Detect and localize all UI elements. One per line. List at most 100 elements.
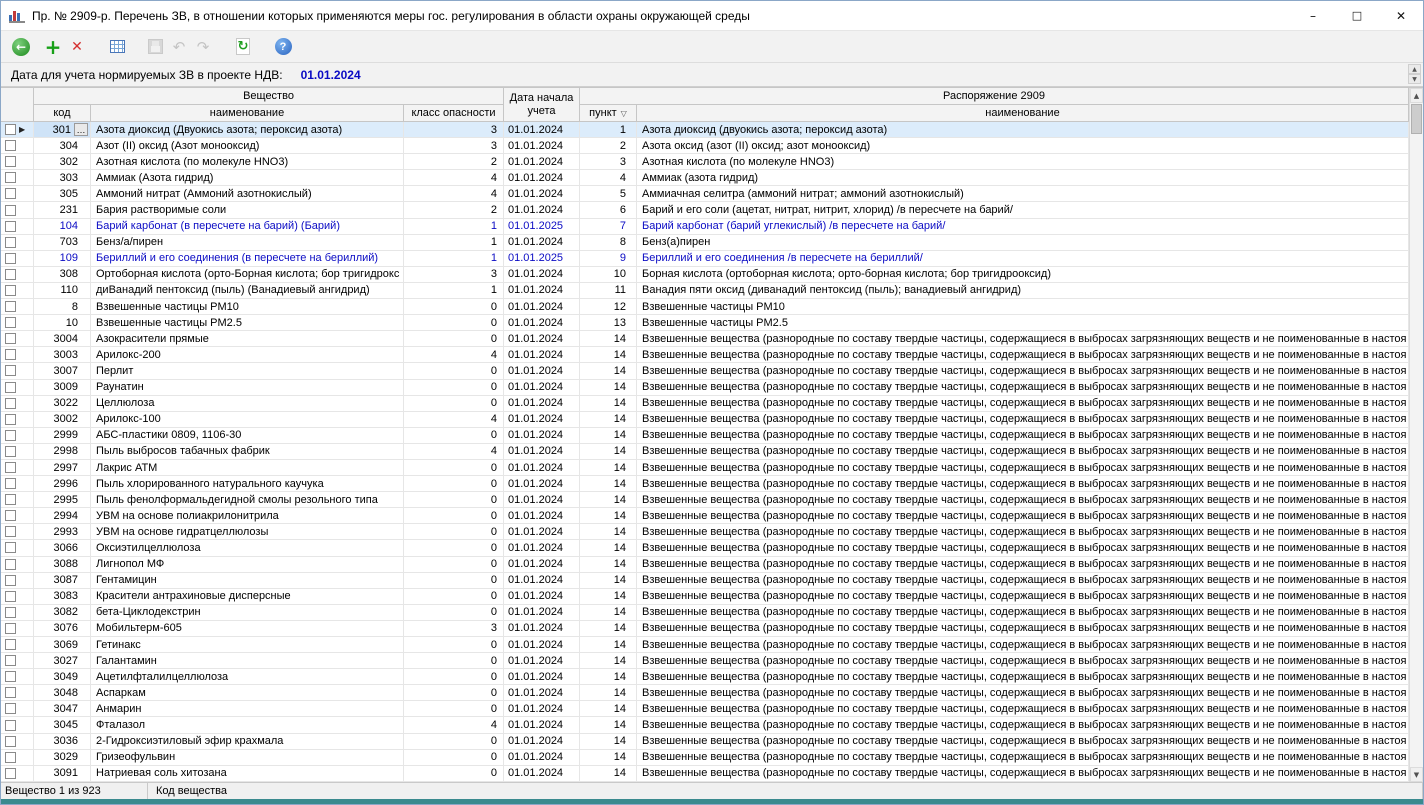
cell-item[interactable]: 14: [580, 605, 637, 620]
cell-name[interactable]: АБС-пластики 0809, 1106-30: [91, 428, 404, 443]
row-checkbox[interactable]: [5, 333, 16, 344]
row-selector[interactable]: [1, 186, 34, 201]
row-checkbox[interactable]: [5, 478, 16, 489]
cell-code[interactable]: 109: [34, 251, 91, 266]
row-selector[interactable]: [1, 380, 34, 395]
cell-item[interactable]: 14: [580, 347, 637, 362]
cell-hazard-class[interactable]: 4: [404, 170, 504, 185]
cell-order-name[interactable]: Борная кислота (ортоборная кислота; орто…: [637, 267, 1409, 282]
table-row[interactable]: 3087Гентамицин001.01.202414Взвешенные ве…: [1, 573, 1409, 589]
cell-start-date[interactable]: 01.01.2024: [504, 202, 580, 217]
cell-code[interactable]: 301…: [34, 122, 91, 137]
table-row[interactable]: 3022Целлюлоза001.01.202414Взвешенные вещ…: [1, 396, 1409, 412]
row-checkbox[interactable]: [5, 687, 16, 698]
table-row[interactable]: 2996Пыль хлорированного натурального кау…: [1, 476, 1409, 492]
cell-name[interactable]: Аммиак (Азота гидрид): [91, 170, 404, 185]
row-checkbox[interactable]: [5, 655, 16, 666]
column-header-code[interactable]: код: [34, 105, 91, 122]
cell-start-date[interactable]: 01.01.2024: [504, 508, 580, 523]
vertical-scrollbar[interactable]: ▲ ▼: [1409, 88, 1423, 782]
cell-hazard-class[interactable]: 0: [404, 557, 504, 572]
cell-name[interactable]: УВМ на основе гидратцеллюлозы: [91, 524, 404, 539]
cell-item[interactable]: 14: [580, 701, 637, 716]
cell-name[interactable]: Ацетилфталилцеллюлоза: [91, 669, 404, 684]
cell-name[interactable]: Пыль выбросов табачных фабрик: [91, 444, 404, 459]
cell-item[interactable]: 14: [580, 508, 637, 523]
cell-start-date[interactable]: 01.01.2024: [504, 605, 580, 620]
cell-start-date[interactable]: 01.01.2024: [504, 428, 580, 443]
cell-order-name[interactable]: Взвешенные вещества (разнородные по сост…: [637, 492, 1409, 507]
cell-start-date[interactable]: 01.01.2024: [504, 315, 580, 330]
cell-order-name[interactable]: Взвешенные вещества (разнородные по сост…: [637, 637, 1409, 652]
redo-button[interactable]: ↷: [191, 35, 215, 59]
row-selector[interactable]: [1, 685, 34, 700]
cell-item[interactable]: 14: [580, 428, 637, 443]
cell-order-name[interactable]: Взвешенные вещества (разнородные по сост…: [637, 524, 1409, 539]
cell-code[interactable]: 3036: [34, 734, 91, 749]
row-checkbox[interactable]: [5, 349, 16, 360]
row-checkbox[interactable]: [5, 269, 16, 280]
cell-code[interactable]: 3027: [34, 653, 91, 668]
cell-hazard-class[interactable]: 0: [404, 524, 504, 539]
cell-item[interactable]: 14: [580, 492, 637, 507]
cell-item[interactable]: 14: [580, 444, 637, 459]
row-selector[interactable]: [1, 653, 34, 668]
save-button[interactable]: [143, 35, 167, 59]
row-selector[interactable]: [1, 219, 34, 234]
cell-hazard-class[interactable]: 0: [404, 508, 504, 523]
table-row[interactable]: 304Азот (II) оксид (Азот монооксид)301.0…: [1, 138, 1409, 154]
delete-button[interactable]: ✕: [65, 35, 89, 59]
close-button[interactable]: ✕: [1379, 1, 1423, 30]
row-checkbox[interactable]: [5, 188, 16, 199]
cell-name[interactable]: 2-Гидроксиэтиловый эфир крахмала: [91, 734, 404, 749]
cell-start-date[interactable]: 01.01.2024: [504, 669, 580, 684]
cell-item[interactable]: 14: [580, 589, 637, 604]
cell-hazard-class[interactable]: 0: [404, 701, 504, 716]
cell-hazard-class[interactable]: 0: [404, 299, 504, 314]
table-row[interactable]: 109Бериллий и его соединения (в пересчет…: [1, 251, 1409, 267]
cell-order-name[interactable]: Ванадия пяти оксид (диванадий пентоксид …: [637, 283, 1409, 298]
cell-item[interactable]: 14: [580, 460, 637, 475]
cell-start-date[interactable]: 01.01.2024: [504, 138, 580, 153]
cell-hazard-class[interactable]: 3: [404, 138, 504, 153]
cell-name[interactable]: бета-Циклодекстрин: [91, 605, 404, 620]
table-row[interactable]: 231Бария растворимые соли201.01.20246Бар…: [1, 202, 1409, 218]
cell-item[interactable]: 14: [580, 734, 637, 749]
cell-order-name[interactable]: Бериллий и его соединения /в пересчете н…: [637, 251, 1409, 266]
table-row[interactable]: 3066Оксиэтилцеллюлоза001.01.202414Взвеше…: [1, 540, 1409, 556]
cell-name[interactable]: Арилокс-200: [91, 347, 404, 362]
row-selector[interactable]: [1, 299, 34, 314]
cell-name[interactable]: Азот (II) оксид (Азот монооксид): [91, 138, 404, 153]
cell-name[interactable]: Мобильтерм-605: [91, 621, 404, 636]
cell-hazard-class[interactable]: 0: [404, 669, 504, 684]
cell-hazard-class[interactable]: 4: [404, 347, 504, 362]
cell-start-date[interactable]: 01.01.2024: [504, 766, 580, 781]
cell-hazard-class[interactable]: 4: [404, 412, 504, 427]
cell-item[interactable]: 14: [580, 540, 637, 555]
cell-hazard-class[interactable]: 0: [404, 734, 504, 749]
cell-hazard-class[interactable]: 0: [404, 331, 504, 346]
cell-hazard-class[interactable]: 0: [404, 380, 504, 395]
row-checkbox[interactable]: [5, 237, 16, 248]
cell-order-name[interactable]: Взвешенные вещества (разнородные по сост…: [637, 766, 1409, 781]
cell-name[interactable]: Аспаркам: [91, 685, 404, 700]
row-selector[interactable]: [1, 573, 34, 588]
cell-name[interactable]: Галантамин: [91, 653, 404, 668]
cell-order-name[interactable]: Барий и его соли (ацетат, нитрат, нитрит…: [637, 202, 1409, 217]
table-row[interactable]: 104Барий карбонат (в пересчете на барий)…: [1, 219, 1409, 235]
cell-code[interactable]: 308: [34, 267, 91, 282]
cell-name[interactable]: Взвешенные частицы PM2.5: [91, 315, 404, 330]
cell-code[interactable]: 2996: [34, 476, 91, 491]
table-row[interactable]: 3027Галантамин001.01.202414Взвешенные ве…: [1, 653, 1409, 669]
row-selector[interactable]: [1, 717, 34, 732]
cell-item[interactable]: 2: [580, 138, 637, 153]
cell-start-date[interactable]: 01.01.2024: [504, 750, 580, 765]
scroll-down-icon[interactable]: ▼: [1410, 767, 1423, 782]
minimize-button[interactable]: –: [1291, 1, 1335, 30]
cell-code[interactable]: 304: [34, 138, 91, 153]
undo-button[interactable]: ↶: [167, 35, 191, 59]
cell-start-date[interactable]: 01.01.2024: [504, 460, 580, 475]
cell-code[interactable]: 3045: [34, 717, 91, 732]
cell-name[interactable]: Красители антрахиновые дисперсные: [91, 589, 404, 604]
table-row[interactable]: 3007Перлит001.01.202414Взвешенные вещест…: [1, 363, 1409, 379]
